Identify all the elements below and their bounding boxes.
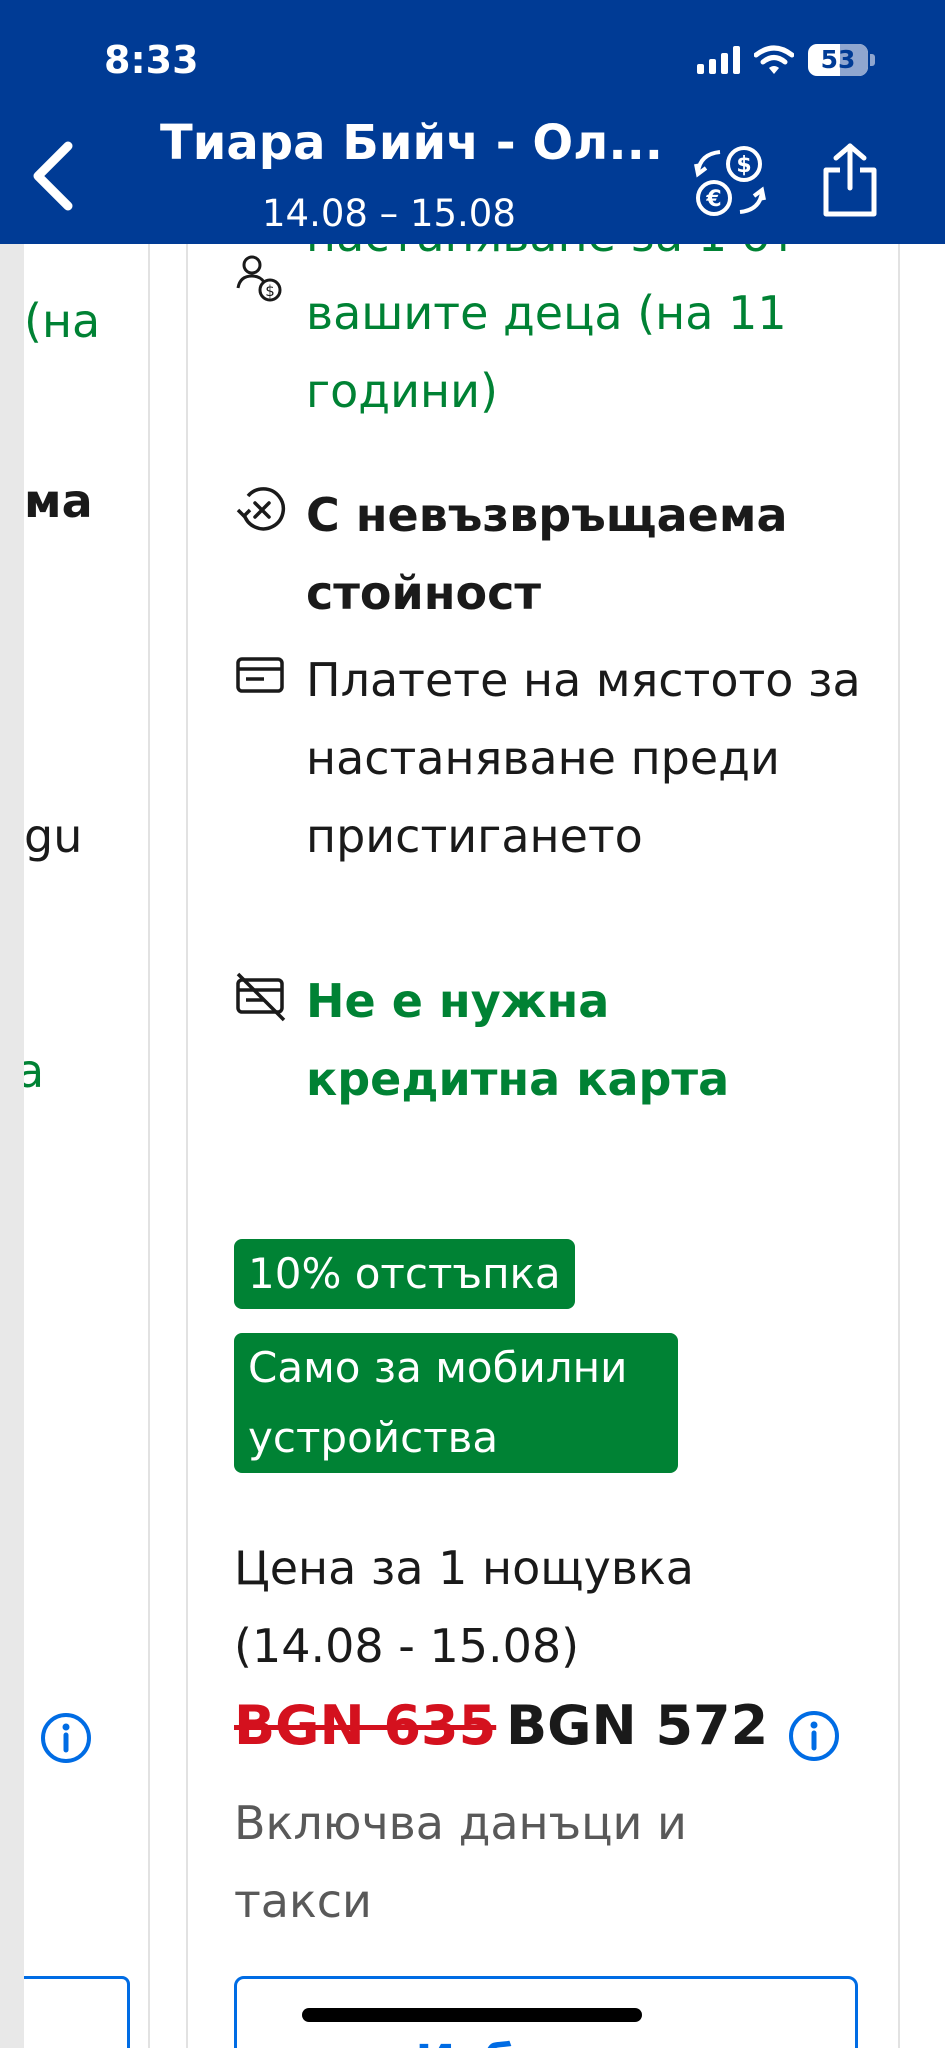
non-refundable-icon bbox=[236, 487, 286, 531]
previous-room-card: (на ма gu а bbox=[24, 244, 150, 2048]
status-time: 8:33 bbox=[104, 38, 199, 82]
left-card-fragment: а bbox=[24, 1044, 44, 1098]
currency-exchange-icon[interactable]: $ € bbox=[690, 142, 770, 222]
info-icon[interactable] bbox=[40, 1712, 92, 1764]
left-card-select-button[interactable] bbox=[24, 1976, 130, 2048]
select-room-button-label: Изберете bbox=[237, 2035, 855, 2048]
left-card-fragment: gu bbox=[24, 809, 83, 863]
feature-no-credit-card: Не е нужна кредитна карта bbox=[234, 962, 866, 1118]
mobile-only-badge: Само за мобилни устройства bbox=[234, 1333, 678, 1473]
cellular-signal-icon bbox=[697, 46, 740, 74]
feature-pay-at-property: Платете на мястото за настаняване преди … bbox=[234, 641, 866, 875]
svg-text:$: $ bbox=[736, 153, 751, 178]
current-price: BGN 572 bbox=[506, 1694, 769, 1757]
app-header: 8:33 53 Тиара Бийч - Ол... 14.08 – 15.08… bbox=[0, 0, 945, 244]
page-gutter bbox=[0, 244, 24, 2048]
page-title: Тиара Бийч - Ол... bbox=[160, 115, 664, 171]
battery-icon: 53 bbox=[808, 44, 868, 76]
left-card-fragment: (на bbox=[24, 294, 101, 348]
room-card: $ настаняване за 1 от вашите деца (на 11… bbox=[186, 244, 900, 2048]
feature-text: Платете на мястото за настаняване преди … bbox=[306, 653, 861, 863]
feature-child-discount: $ настаняване за 1 от вашите деца (на 11… bbox=[234, 244, 866, 430]
old-price: BGN 635 bbox=[234, 1694, 497, 1757]
info-icon[interactable] bbox=[788, 1710, 840, 1762]
home-indicator bbox=[302, 2008, 642, 2022]
left-card-fragment: ма bbox=[24, 474, 93, 528]
wifi-icon bbox=[754, 45, 794, 74]
battery-level: 53 bbox=[820, 45, 856, 74]
stay-dates: 14.08 – 15.08 bbox=[262, 192, 516, 235]
share-icon[interactable] bbox=[820, 142, 880, 218]
user-discount-icon: $ bbox=[236, 255, 282, 302]
status-icons: 53 bbox=[697, 40, 875, 80]
feature-text: С невъзвръщаема стойност bbox=[306, 488, 788, 620]
price-label: Цена за 1 нощувка (14.08 - 15.08) bbox=[234, 1541, 694, 1673]
payment-card-icon bbox=[236, 657, 284, 693]
taxes-note: Включва данъци и такси bbox=[234, 1796, 687, 1928]
svg-text:€: € bbox=[705, 187, 721, 212]
back-arrow-icon[interactable] bbox=[24, 136, 84, 216]
svg-text:$: $ bbox=[265, 282, 275, 300]
feature-non-refundable: С невъзвръщаема стойност bbox=[234, 476, 866, 632]
discount-badge: 10% отстъпка bbox=[234, 1239, 575, 1309]
no-card-icon bbox=[236, 972, 286, 1022]
feature-text: настаняване за 1 от вашите деца (на 11 г… bbox=[306, 244, 797, 418]
feature-text: Не е нужна кредитна карта bbox=[306, 974, 730, 1106]
